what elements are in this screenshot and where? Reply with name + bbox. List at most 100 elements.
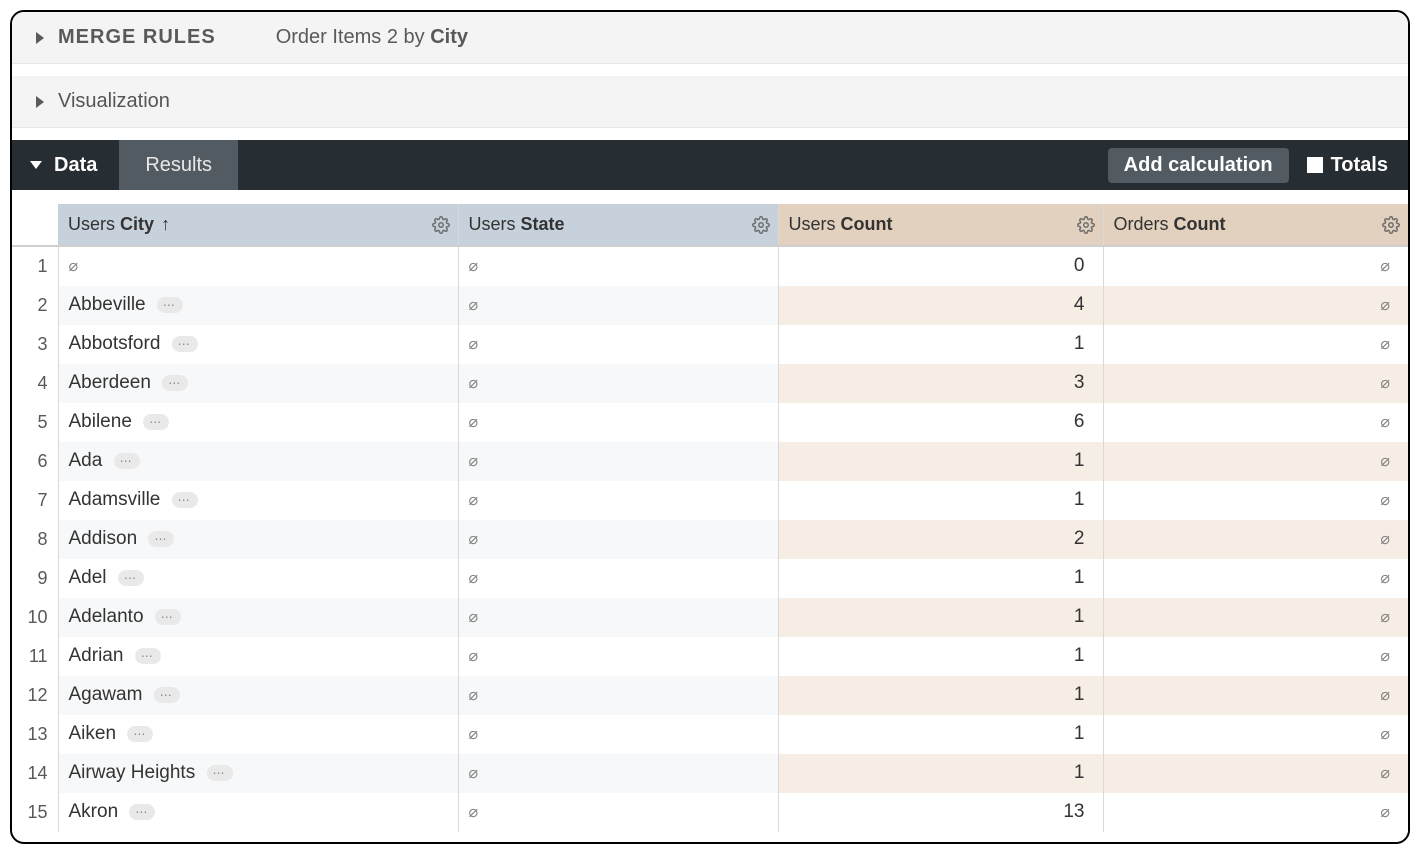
- cell-users-count[interactable]: 1: [778, 598, 1103, 637]
- cell-users-state[interactable]: ⌀: [458, 754, 778, 793]
- cell-users-count[interactable]: 1: [778, 676, 1103, 715]
- row-number: 15: [12, 793, 58, 832]
- cell-users-count[interactable]: 4: [778, 286, 1103, 325]
- cell-users-count[interactable]: 0: [778, 246, 1103, 286]
- cell-users-state[interactable]: ⌀: [458, 598, 778, 637]
- cell-users-count[interactable]: 1: [778, 754, 1103, 793]
- cell-users-city[interactable]: Aiken ⋯: [58, 715, 458, 754]
- row-number: 5: [12, 403, 58, 442]
- cell-orders-count[interactable]: ⌀: [1103, 715, 1408, 754]
- totals-toggle[interactable]: Totals: [1307, 154, 1388, 177]
- cell-users-city[interactable]: ⌀: [58, 246, 458, 286]
- cell-orders-count[interactable]: ⌀: [1103, 559, 1408, 598]
- cell-orders-count[interactable]: ⌀: [1103, 442, 1408, 481]
- cell-orders-count[interactable]: ⌀: [1103, 637, 1408, 676]
- null-indicator: ⌀: [1380, 687, 1390, 704]
- cell-users-state[interactable]: ⌀: [458, 715, 778, 754]
- cell-users-city[interactable]: Ada ⋯: [58, 442, 458, 481]
- cell-users-city[interactable]: Adrian ⋯: [58, 637, 458, 676]
- column-header-users-state[interactable]: Users State: [458, 204, 778, 246]
- cell-users-city[interactable]: Addison ⋯: [58, 520, 458, 559]
- cell-orders-count[interactable]: ⌀: [1103, 598, 1408, 637]
- cell-users-city[interactable]: Adel ⋯: [58, 559, 458, 598]
- cell-users-state[interactable]: ⌀: [458, 325, 778, 364]
- row-number: 6: [12, 442, 58, 481]
- cell-users-city[interactable]: Agawam ⋯: [58, 676, 458, 715]
- more-pill[interactable]: ⋯: [172, 492, 198, 508]
- cell-text: Addison: [69, 528, 138, 549]
- cell-users-count[interactable]: 1: [778, 325, 1103, 364]
- more-pill[interactable]: ⋯: [154, 687, 180, 703]
- more-pill[interactable]: ⋯: [129, 804, 155, 820]
- merge-rules-panel-header[interactable]: MERGE RULES Order Items 2 by City: [12, 12, 1408, 64]
- gear-icon[interactable]: [432, 216, 450, 234]
- cell-users-count[interactable]: 3: [778, 364, 1103, 403]
- more-pill[interactable]: ⋯: [148, 531, 174, 547]
- more-pill[interactable]: ⋯: [162, 375, 188, 391]
- cell-users-city[interactable]: Airway Heights ⋯: [58, 754, 458, 793]
- cell-users-city[interactable]: Adelanto ⋯: [58, 598, 458, 637]
- cell-users-count[interactable]: 1: [778, 715, 1103, 754]
- cell-users-state[interactable]: ⌀: [458, 793, 778, 832]
- cell-users-state[interactable]: ⌀: [458, 403, 778, 442]
- column-header-users-count[interactable]: Users Count: [778, 204, 1103, 246]
- cell-orders-count[interactable]: ⌀: [1103, 520, 1408, 559]
- cell-users-state[interactable]: ⌀: [458, 676, 778, 715]
- col-group: Orders: [1114, 214, 1169, 234]
- null-indicator: ⌀: [469, 570, 479, 587]
- cell-users-state[interactable]: ⌀: [458, 364, 778, 403]
- more-pill[interactable]: ⋯: [127, 726, 153, 742]
- gear-icon[interactable]: [1382, 216, 1400, 234]
- cell-users-state[interactable]: ⌀: [458, 481, 778, 520]
- cell-orders-count[interactable]: ⌀: [1103, 676, 1408, 715]
- more-pill[interactable]: ⋯: [157, 297, 183, 313]
- more-pill[interactable]: ⋯: [155, 609, 181, 625]
- column-header-orders-count[interactable]: Orders Count: [1103, 204, 1408, 246]
- cell-users-state[interactable]: ⌀: [458, 520, 778, 559]
- more-pill[interactable]: ⋯: [135, 648, 161, 664]
- totals-checkbox[interactable]: [1307, 157, 1323, 173]
- cell-users-city[interactable]: Akron ⋯: [58, 793, 458, 832]
- cell-users-state[interactable]: ⌀: [458, 559, 778, 598]
- cell-users-state[interactable]: ⌀: [458, 246, 778, 286]
- cell-users-state[interactable]: ⌀: [458, 442, 778, 481]
- column-header-users-city[interactable]: Users City ↑: [58, 204, 458, 246]
- cell-orders-count[interactable]: ⌀: [1103, 793, 1408, 832]
- cell-users-count[interactable]: 6: [778, 403, 1103, 442]
- cell-users-count[interactable]: 1: [778, 559, 1103, 598]
- cell-orders-count[interactable]: ⌀: [1103, 286, 1408, 325]
- results-tab[interactable]: Results: [119, 140, 238, 190]
- cell-orders-count[interactable]: ⌀: [1103, 364, 1408, 403]
- cell-users-state[interactable]: ⌀: [458, 637, 778, 676]
- results-tab-label: Results: [145, 154, 212, 177]
- cell-orders-count[interactable]: ⌀: [1103, 481, 1408, 520]
- cell-orders-count[interactable]: ⌀: [1103, 325, 1408, 364]
- cell-users-city[interactable]: Abbeville ⋯: [58, 286, 458, 325]
- cell-users-city[interactable]: Adamsville ⋯: [58, 481, 458, 520]
- more-pill[interactable]: ⋯: [143, 414, 169, 430]
- cell-users-city[interactable]: Abbotsford ⋯: [58, 325, 458, 364]
- cell-users-count[interactable]: 1: [778, 481, 1103, 520]
- gear-icon[interactable]: [752, 216, 770, 234]
- cell-users-state[interactable]: ⌀: [458, 286, 778, 325]
- gear-icon[interactable]: [1077, 216, 1095, 234]
- more-pill[interactable]: ⋯: [118, 570, 144, 586]
- more-pill[interactable]: ⋯: [114, 453, 140, 469]
- null-indicator: ⌀: [1380, 765, 1390, 782]
- cell-users-count[interactable]: 2: [778, 520, 1103, 559]
- more-pill[interactable]: ⋯: [172, 336, 198, 352]
- add-calculation-button[interactable]: Add calculation: [1108, 148, 1289, 183]
- cell-users-count[interactable]: 13: [778, 793, 1103, 832]
- null-indicator: ⌀: [469, 726, 479, 743]
- cell-text: Aiken: [69, 723, 117, 744]
- visualization-panel-header[interactable]: Visualization: [12, 76, 1408, 128]
- more-pill[interactable]: ⋯: [207, 765, 233, 781]
- cell-users-count[interactable]: 1: [778, 442, 1103, 481]
- cell-users-count[interactable]: 1: [778, 637, 1103, 676]
- cell-orders-count[interactable]: ⌀: [1103, 754, 1408, 793]
- cell-users-city[interactable]: Abilene ⋯: [58, 403, 458, 442]
- cell-users-city[interactable]: Aberdeen ⋯: [58, 364, 458, 403]
- data-tab[interactable]: Data: [12, 140, 119, 190]
- cell-orders-count[interactable]: ⌀: [1103, 246, 1408, 286]
- cell-orders-count[interactable]: ⌀: [1103, 403, 1408, 442]
